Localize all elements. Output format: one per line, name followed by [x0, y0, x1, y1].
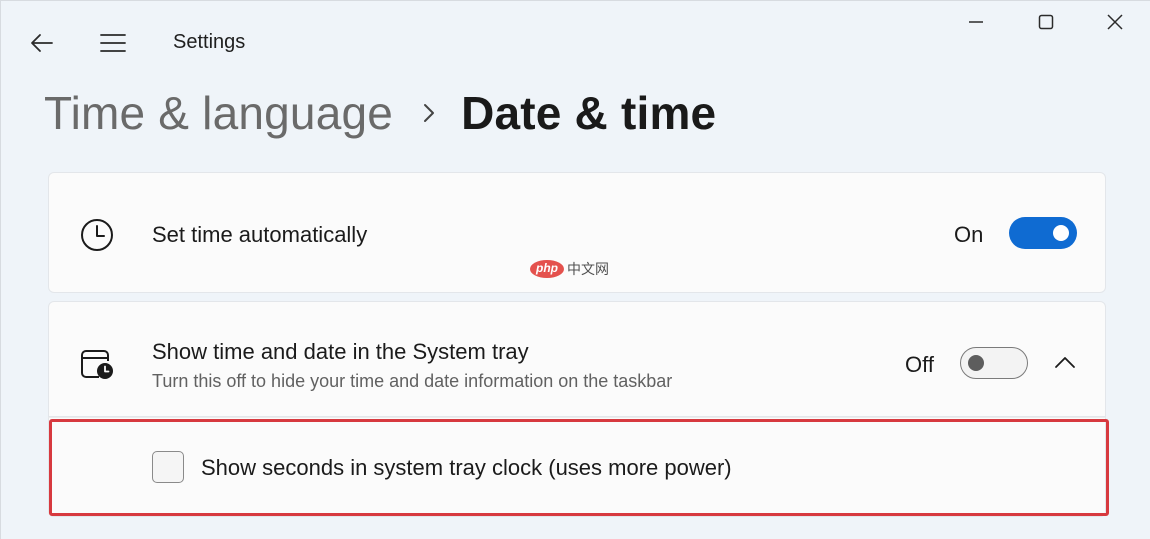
clock-icon [79, 217, 115, 253]
breadcrumb: Time & language Date & time [44, 82, 716, 144]
breadcrumb-parent-link[interactable]: Time & language [44, 86, 393, 140]
toggle-knob [1053, 225, 1069, 241]
watermark: php 中文网 [530, 259, 609, 279]
back-arrow-icon [31, 34, 53, 52]
show-seconds-checkbox[interactable] [152, 451, 184, 483]
setting-description: Turn this off to hide your time and date… [152, 371, 673, 391]
setting-title: Show time and date in the System tray [152, 339, 529, 364]
setting-title: Set time automatically [152, 222, 368, 247]
maximize-button[interactable] [1024, 4, 1068, 40]
navigation-menu-button[interactable] [92, 26, 134, 60]
toggle-state-label: On [954, 222, 984, 247]
watermark-logo: php [530, 260, 564, 278]
watermark-text: 中文网 [567, 261, 609, 277]
show-time-in-tray-card: Show time and date in the System tray Tu… [48, 301, 1106, 417]
hamburger-icon [100, 34, 126, 52]
show-seconds-label[interactable]: Show seconds in system tray clock (uses … [201, 455, 732, 481]
close-icon [1107, 14, 1123, 30]
page-title: Date & time [461, 87, 717, 139]
minimize-icon [969, 21, 983, 23]
maximize-icon [1038, 14, 1054, 30]
title-bar: Settings [0, 0, 1150, 84]
show-time-in-tray-toggle[interactable] [960, 347, 1028, 379]
calendar-clock-icon [79, 347, 117, 383]
back-button[interactable] [22, 26, 62, 60]
toggle-state-label: Off [905, 352, 934, 377]
chevron-right-icon [423, 103, 435, 123]
toggle-knob [968, 355, 984, 371]
minimize-button[interactable] [954, 4, 998, 40]
app-title: Settings [173, 31, 246, 53]
set-time-automatically-toggle[interactable] [1009, 217, 1077, 249]
collapse-button[interactable] [1047, 344, 1083, 380]
close-button[interactable] [1093, 4, 1137, 40]
chevron-up-icon [1055, 357, 1075, 368]
show-seconds-card: Show seconds in system tray clock (uses … [48, 417, 1106, 517]
